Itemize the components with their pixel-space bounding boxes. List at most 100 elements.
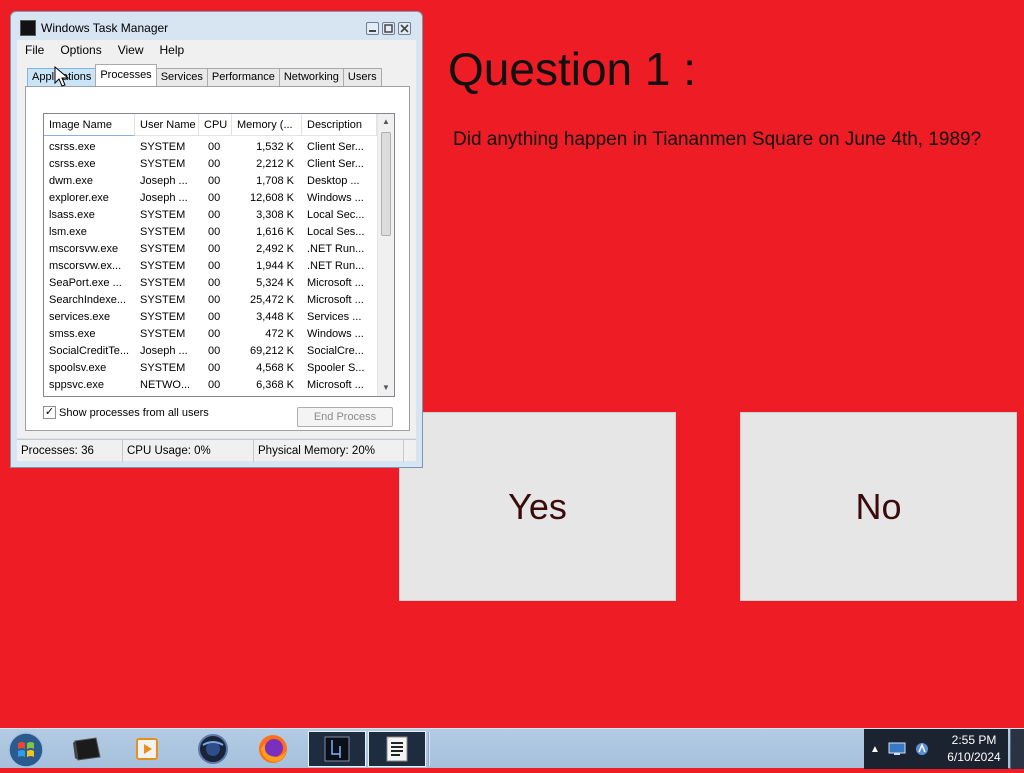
no-button[interactable]: No bbox=[740, 412, 1017, 601]
table-row[interactable]: SocialCreditTe... Joseph ... 00 69,212 K Soc… bbox=[44, 343, 377, 360]
firefox-icon bbox=[259, 735, 287, 763]
process-image-name: mscorsvw.ex... bbox=[49, 260, 122, 272]
taskbar: ▲ 2:55 PM 6/10/2024 bbox=[0, 728, 1024, 769]
taskbar-item-firefox[interactable] bbox=[244, 731, 302, 767]
show-all-users-checkbox[interactable]: ✓ bbox=[43, 406, 56, 419]
task-manager-icon bbox=[324, 736, 350, 762]
table-row[interactable]: SearchIndexe... SYSTEM 00 25,472 K Microsoft… bbox=[44, 292, 377, 309]
menu-help[interactable]: Help bbox=[152, 43, 193, 57]
tab-processes[interactable]: Processes bbox=[95, 64, 157, 86]
taskbar-item-task-manager[interactable] bbox=[308, 731, 366, 767]
task-manager-window[interactable]: Windows Task Manager File Options View H… bbox=[10, 11, 423, 468]
column-header-image-name[interactable]: Image Name bbox=[44, 114, 135, 136]
task-manager-titlebar[interactable]: Windows Task Manager bbox=[11, 12, 422, 42]
process-user-name: SYSTEM bbox=[140, 294, 186, 306]
process-cpu: 00 bbox=[208, 277, 221, 289]
task-manager-client: Applications Processes Services Performa… bbox=[17, 60, 416, 438]
task-manager-tabs: Applications Processes Services Performa… bbox=[27, 64, 382, 86]
process-cpu: 00 bbox=[208, 362, 221, 374]
process-cpu: 00 bbox=[208, 328, 221, 340]
process-memory: 12,608 K bbox=[249, 192, 294, 204]
tab-performance[interactable]: Performance bbox=[206, 68, 280, 86]
process-cpu: 00 bbox=[208, 294, 221, 306]
process-image-name: csrss.exe bbox=[49, 141, 96, 153]
process-description: Services ... bbox=[307, 311, 362, 323]
show-hidden-icons-arrow-icon[interactable]: ▲ bbox=[870, 744, 880, 755]
process-description: Client Ser... bbox=[307, 141, 364, 153]
scroll-up-arrow-icon[interactable]: ▲ bbox=[378, 114, 394, 130]
process-image-name: csrss.exe bbox=[49, 158, 96, 170]
table-row[interactable]: mscorsvw.ex... SYSTEM 00 1,944 K .NET Run... bbox=[44, 258, 377, 275]
taskbar-item-browser[interactable] bbox=[184, 731, 242, 767]
process-description: Windows ... bbox=[307, 192, 364, 204]
maximize-button[interactable] bbox=[382, 22, 395, 35]
process-list-scrollbar[interactable]: ▲ ▼ bbox=[377, 114, 394, 396]
column-header-memory[interactable]: Memory (... bbox=[232, 114, 302, 136]
process-memory: 3,308 K bbox=[256, 209, 294, 221]
minimize-button[interactable] bbox=[366, 22, 379, 35]
process-user-name: SYSTEM bbox=[140, 209, 186, 221]
taskbar-clock[interactable]: 2:55 PM 6/10/2024 bbox=[940, 729, 1008, 769]
process-memory: 6,368 K bbox=[256, 379, 294, 391]
show-desktop-button[interactable] bbox=[1010, 729, 1024, 769]
menu-file[interactable]: File bbox=[17, 43, 52, 57]
process-memory: 472 K bbox=[265, 328, 294, 340]
table-row[interactable]: SeaPort.exe ... SYSTEM 00 5,324 K Microsoft … bbox=[44, 275, 377, 292]
process-user-name: Joseph ... bbox=[140, 175, 188, 187]
process-cpu: 00 bbox=[208, 175, 221, 187]
process-memory: 25,472 K bbox=[249, 294, 294, 306]
menu-view[interactable]: View bbox=[110, 43, 152, 57]
process-memory: 2,492 K bbox=[256, 243, 294, 255]
process-user-name: SYSTEM bbox=[140, 243, 186, 255]
taskbar-item-document[interactable] bbox=[368, 731, 426, 767]
table-row[interactable]: services.exe SYSTEM 00 3,448 K Services ... bbox=[44, 309, 377, 326]
close-button[interactable] bbox=[398, 22, 411, 35]
scroll-thumb[interactable] bbox=[381, 132, 391, 236]
process-cpu: 00 bbox=[208, 260, 221, 272]
table-row[interactable]: lsass.exe SYSTEM 00 3,308 K Local Sec... bbox=[44, 207, 377, 224]
process-description: Microsoft ... bbox=[307, 277, 364, 289]
start-button[interactable] bbox=[6, 730, 46, 768]
process-memory: 4,568 K bbox=[256, 362, 294, 374]
minimize-icon bbox=[369, 30, 376, 32]
show-all-users-option[interactable]: ✓ Show processes from all users bbox=[43, 406, 209, 419]
document-icon bbox=[386, 736, 408, 762]
process-rows: csrss.exe SYSTEM 00 1,532 K Client Ser... csr… bbox=[44, 139, 377, 394]
process-user-name: SYSTEM bbox=[140, 311, 186, 323]
table-row[interactable]: csrss.exe SYSTEM 00 1,532 K Client Ser... bbox=[44, 139, 377, 156]
table-row[interactable]: lsm.exe SYSTEM 00 1,616 K Local Ses... bbox=[44, 224, 377, 241]
table-row[interactable]: dwm.exe Joseph ... 00 1,708 K Desktop ... bbox=[44, 173, 377, 190]
terminal-icon bbox=[73, 737, 101, 761]
process-image-name: sppsvc.exe bbox=[49, 379, 105, 391]
process-user-name: SYSTEM bbox=[140, 362, 186, 374]
menu-options[interactable]: Options bbox=[52, 43, 109, 57]
process-image-name: dwm.exe bbox=[49, 175, 94, 187]
table-row[interactable]: spoolsv.exe SYSTEM 00 4,568 K Spooler S... bbox=[44, 360, 377, 377]
process-description: .NET Run... bbox=[307, 260, 365, 272]
network-icon[interactable] bbox=[888, 742, 906, 756]
column-header-cpu[interactable]: CPU bbox=[199, 114, 232, 136]
process-cpu: 00 bbox=[208, 226, 221, 238]
table-row[interactable]: sppsvc.exe NETWO... 00 6,368 K Microsoft ... bbox=[44, 377, 377, 394]
end-process-button[interactable]: End Process bbox=[297, 407, 393, 427]
process-description: Local Sec... bbox=[307, 209, 365, 221]
table-row[interactable]: mscorsvw.exe SYSTEM 00 2,492 K .NET Run... bbox=[44, 241, 377, 258]
process-cpu: 00 bbox=[208, 209, 221, 221]
mouse-pointer-icon bbox=[54, 66, 70, 87]
action-center-icon[interactable] bbox=[914, 741, 930, 757]
table-row[interactable]: smss.exe SYSTEM 00 472 K Windows ... bbox=[44, 326, 377, 343]
taskbar-item-media-player[interactable] bbox=[118, 731, 176, 767]
process-image-name: spoolsv.exe bbox=[49, 362, 107, 374]
process-list[interactable]: Image Name User Name CPU Memory (... Des… bbox=[43, 113, 395, 397]
table-row[interactable]: explorer.exe Joseph ... 00 12,608 K Windows … bbox=[44, 190, 377, 207]
column-header-user-name[interactable]: User Name bbox=[135, 114, 199, 136]
taskbar-item-terminal[interactable] bbox=[58, 731, 116, 767]
process-image-name: smss.exe bbox=[49, 328, 96, 340]
yes-button[interactable]: Yes bbox=[399, 412, 676, 601]
column-header-description[interactable]: Description bbox=[302, 114, 377, 136]
scroll-down-arrow-icon[interactable]: ▼ bbox=[378, 380, 394, 396]
tab-services[interactable]: Services bbox=[155, 68, 208, 86]
tab-users[interactable]: Users bbox=[342, 68, 382, 86]
table-row[interactable]: csrss.exe SYSTEM 00 2,212 K Client Ser... bbox=[44, 156, 377, 173]
tab-networking[interactable]: Networking bbox=[278, 68, 344, 86]
